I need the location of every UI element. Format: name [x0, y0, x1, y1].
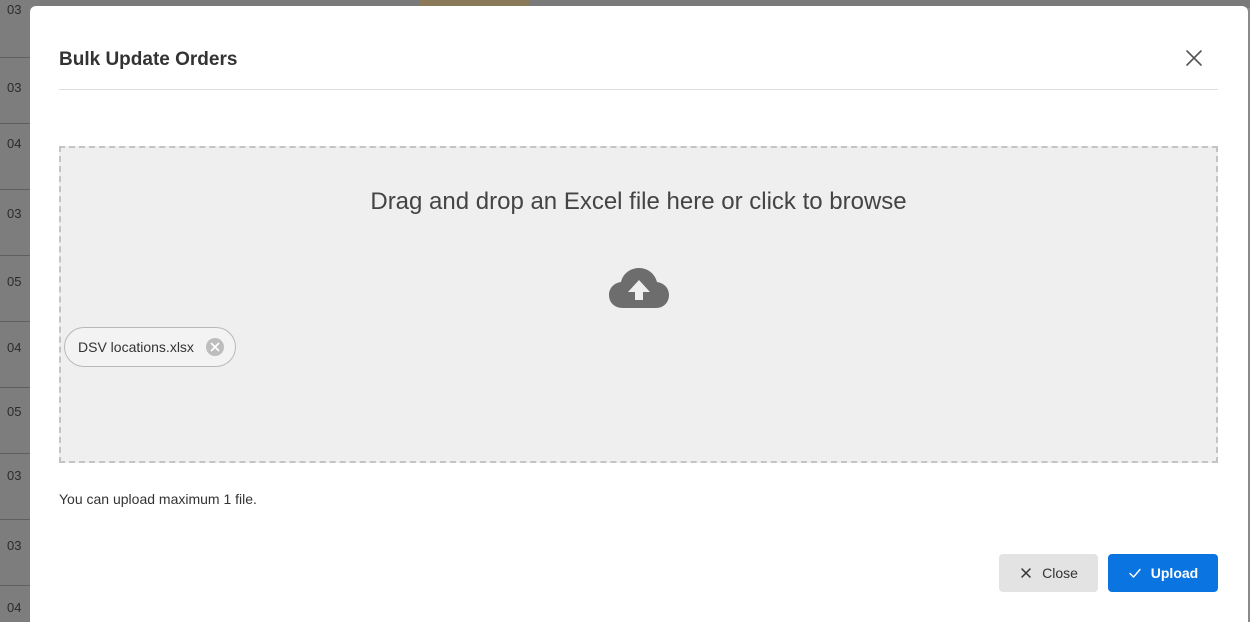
cloud-upload-icon [607, 266, 671, 310]
upload-button-label: Upload [1150, 565, 1199, 581]
file-dropzone[interactable]: Drag and drop an Excel file here or clic… [59, 146, 1218, 463]
remove-file-icon[interactable] [205, 337, 225, 357]
close-button-label: Close [1042, 565, 1078, 581]
close-button[interactable]: Close [999, 554, 1098, 592]
row-number: 04 [7, 600, 22, 615]
dialog-header: Bulk Update Orders [59, 38, 1218, 90]
file-chip-label: DSV locations.xlsx [78, 339, 194, 355]
row-number: 03 [7, 80, 22, 95]
row-number: 04 [7, 136, 22, 151]
close-icon [1019, 566, 1033, 580]
upload-limit-hint: You can upload maximum 1 file. [59, 491, 257, 507]
file-chip: DSV locations.xlsx [64, 327, 236, 367]
row-number: 03 [7, 538, 22, 553]
close-icon[interactable] [1182, 46, 1206, 70]
dropzone-instruction: Drag and drop an Excel file here or clic… [370, 188, 907, 215]
row-number: 03 [7, 206, 22, 221]
row-number: 03 [7, 2, 22, 17]
row-number: 03 [7, 468, 22, 483]
row-number: 05 [7, 404, 22, 419]
upload-button[interactable]: Upload [1108, 554, 1218, 592]
row-number: 05 [7, 274, 22, 289]
bulk-update-dialog: Bulk Update Orders Drag and drop an Exce… [30, 6, 1248, 622]
check-icon [1128, 566, 1142, 580]
dialog-title: Bulk Update Orders [59, 49, 238, 70]
row-number: 04 [7, 340, 22, 355]
